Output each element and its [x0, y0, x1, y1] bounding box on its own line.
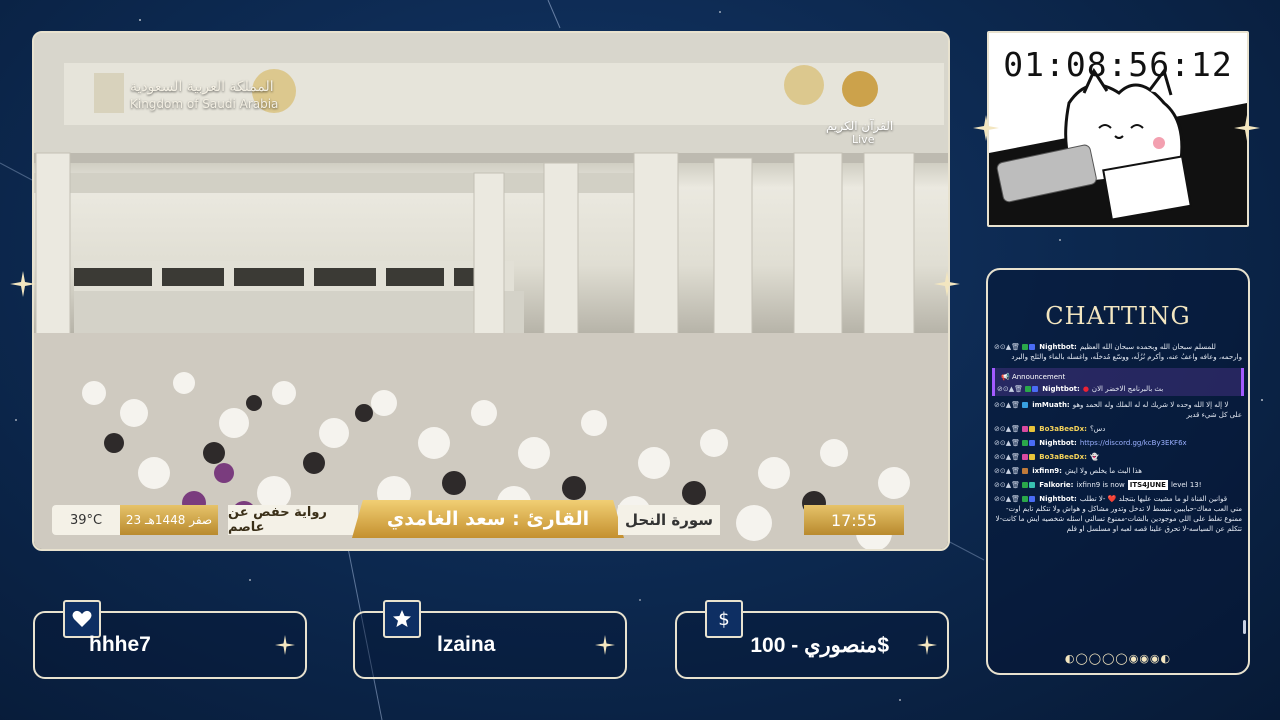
- narration-label: رواية حفص عن عاصم: [228, 505, 358, 535]
- mod-badges: ⊘⊙▲🗑: [994, 424, 1036, 434]
- chat-message: ⊘⊙▲🗑 Bo3aBeeDx: 👻: [992, 450, 1244, 464]
- latest-donation-value: منصوري - 100$: [750, 634, 889, 657]
- chat-title: CHATTING: [1045, 302, 1191, 330]
- level-badge: ITS4JUNE: [1127, 480, 1168, 490]
- page-indicator: ◐◯◯◯◯◉◉◉◐: [1064, 652, 1172, 665]
- chat-text: قوانين القناة لو ما مشيت عليها بتنجلد ❤️…: [1079, 495, 1228, 503]
- sparkle-icon: [10, 271, 36, 297]
- mod-badges: ⊘⊙▲🗑: [994, 452, 1036, 462]
- chat-username[interactable]: Bo3aBeeDx:: [1039, 424, 1087, 434]
- chat-text: بث بالبرنامج الاخضر الان: [1091, 385, 1164, 393]
- chat-text: 👻: [1089, 453, 1099, 461]
- latest-follower-name: hhhe7: [89, 633, 151, 656]
- hijri-date-label: 23 صفر 1448هـ: [120, 505, 218, 535]
- chat-text: لا إله إلا الله وحده لا شريك له له الملك…: [1072, 401, 1229, 409]
- chat-panel[interactable]: CHATTING ⊘⊙▲🗑 Nightbot: للمسلم سبحان الل…: [986, 268, 1250, 675]
- broadcast-time: 17:55: [804, 505, 904, 535]
- timer-panel: 01:08:56:12: [987, 31, 1249, 227]
- chat-message: ⊘⊙▲🗑 ixfinn9: هذا البث ما يخلص ولا ايش: [992, 464, 1244, 478]
- chat-message: ⊘⊙▲🗑 Nightbot: قوانين القناة لو ما مشيت …: [992, 492, 1244, 536]
- live-label-arabic: القرآن الكريم: [826, 119, 894, 133]
- chat-text: ixfinn9 is now: [1076, 481, 1125, 489]
- chat-text-suffix: level 13!: [1170, 481, 1202, 489]
- sparkle-icon: [1234, 115, 1260, 141]
- chat-message: ⊘⊙▲🗑 imMuath: لا إله إلا الله وحده لا شر…: [992, 398, 1244, 422]
- chat-announcement: 📢 Announcement ⊘⊙▲🗑 Nightbot: ● بث بالبر…: [992, 368, 1244, 396]
- latest-subscriber-box: lzaina: [353, 600, 627, 679]
- surah-label: سورة النحل: [618, 505, 720, 535]
- channel-logo-english: Kingdom of Saudi Arabia: [130, 97, 279, 111]
- sparkle-icon: [973, 115, 999, 141]
- live-label: Live: [852, 133, 875, 146]
- chat-text: دس؟: [1089, 425, 1106, 433]
- chat-message: ⊘⊙▲🗑 Falkorie: ixfinn9 is now ITS4JUNE l…: [992, 478, 1244, 492]
- chat-scrollbar[interactable]: [1243, 620, 1246, 634]
- latest-donation-box: $ منصوري - 100$: [675, 600, 949, 679]
- channel-logo-arabic: المملكة العربية السعودية: [130, 79, 274, 95]
- chat-text: هذا البث ما يخلص ولا ايش: [1064, 467, 1142, 475]
- stream-timer: 01:08:56:12: [1003, 45, 1233, 84]
- sparkle-icon: [275, 635, 295, 655]
- chat-text: للمسلم سبحان الله وبحمده سبحان الله العظ…: [1079, 343, 1216, 351]
- chat-text-continued: وارحمه، وعافه واعفُ عنه، وأكرم نُزُلَه، …: [1011, 353, 1242, 361]
- video-player[interactable]: المملكة العربية السعودية Kingdom of Saud…: [32, 31, 950, 551]
- chat-username[interactable]: imMuath:: [1032, 400, 1070, 410]
- latest-follower-box: hhhe7: [33, 600, 307, 679]
- chat-message-list[interactable]: ⊘⊙▲🗑 Nightbot: للمسلم سبحان الله وبحمده …: [992, 340, 1244, 650]
- mod-badges: ⊘⊙▲🗑: [994, 400, 1029, 410]
- mod-badges: ⊘⊙▲🗑: [997, 384, 1039, 394]
- latest-subscriber-name: lzaina: [437, 633, 496, 656]
- announcement-label: 📢 Announcement: [1001, 373, 1066, 381]
- sparkle-icon: [595, 635, 615, 655]
- sparkle-icon: [917, 635, 937, 655]
- star-icon: [383, 600, 421, 638]
- dollar-icon: $: [705, 600, 743, 638]
- temperature-label: 39°C: [52, 505, 120, 535]
- mod-badges: ⊘⊙▲🗑: [994, 342, 1036, 352]
- chat-username[interactable]: ixfinn9:: [1032, 466, 1062, 476]
- chat-username[interactable]: Nightbot:: [1042, 384, 1080, 394]
- chat-message: ⊘⊙▲🗑 Nightbot: للمسلم سبحان الله وبحمده …: [992, 340, 1244, 364]
- chat-username[interactable]: Nightbot:: [1039, 494, 1077, 504]
- chat-message: ⊘⊙▲🗑 Nightbot: https://discord.gg/kcBy3E…: [992, 436, 1244, 450]
- chat-username[interactable]: Falkorie:: [1039, 480, 1073, 490]
- mod-badges: ⊘⊙▲🗑: [994, 438, 1036, 448]
- mod-badges: ⊘⊙▲🗑: [994, 494, 1036, 504]
- chat-text-continued: على كل شيء قدير: [1186, 411, 1242, 419]
- record-icon: ●: [1082, 385, 1089, 393]
- chat-message: ⊘⊙▲🗑 Bo3aBeeDx: دس؟: [992, 422, 1244, 436]
- chat-link[interactable]: https://discord.gg/kcBy3EKF6x: [1080, 438, 1187, 448]
- mod-badges: ⊘⊙▲🗑: [994, 480, 1036, 490]
- reader-label: القارئ : سعد الغامدي: [352, 500, 624, 538]
- sparkle-icon: [934, 271, 960, 297]
- chat-text-continued: مني العب معاك-حبايبين ننبسط لا تدخل وتدو…: [995, 505, 1242, 533]
- mod-badges: ⊘⊙▲🗑: [994, 466, 1029, 476]
- chat-username[interactable]: Bo3aBeeDx:: [1039, 452, 1087, 462]
- chat-username[interactable]: Nightbot:: [1039, 342, 1077, 352]
- chat-username[interactable]: Nightbot:: [1039, 438, 1077, 448]
